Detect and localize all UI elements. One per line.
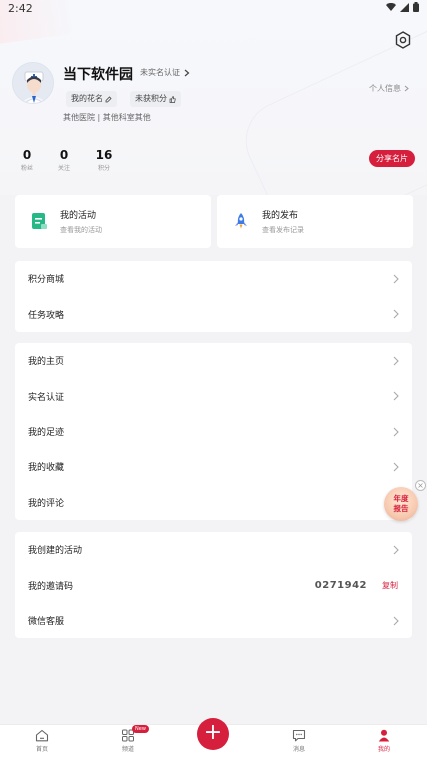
person-icon	[378, 729, 390, 742]
hospital-department: 其他医院 | 其他科室其他	[63, 113, 151, 122]
status-bar: 2:42	[0, 0, 427, 18]
chevron-right-icon	[393, 545, 399, 555]
stat-points-label: 积分	[97, 165, 110, 172]
stat-points[interactable]: 16 积分	[87, 148, 121, 172]
battery-icon	[413, 2, 419, 16]
stat-fans[interactable]: 0 粉丝	[10, 148, 44, 172]
settings-gear-icon[interactable]	[393, 30, 413, 50]
tab-mine[interactable]: 我的	[359, 729, 409, 753]
message-icon	[292, 729, 306, 742]
tab-messages-label: 消息	[292, 746, 305, 753]
menu-item-my-footprints[interactable]: 我的足迹	[15, 414, 412, 449]
chevron-right-icon	[393, 310, 399, 319]
my-activities-card[interactable]: 我的活动 查看我的活动	[15, 195, 211, 248]
signal-icon	[400, 2, 409, 16]
edit-icon	[105, 95, 112, 102]
menu-item-label: 我创建的活动	[28, 546, 83, 557]
tab-home-label: 首页	[35, 746, 48, 753]
year-report-line1: 年度	[393, 494, 409, 503]
status-time: 2:42	[8, 2, 33, 15]
home-icon	[35, 729, 49, 742]
tab-channel-label: 频道	[121, 746, 134, 753]
tab-channel[interactable]: New 频道	[103, 725, 153, 753]
nickname-tag-label: 我的花名	[71, 94, 103, 103]
verify-status-text: 未实名认证	[140, 68, 180, 77]
wifi-icon	[386, 2, 396, 16]
menu-item-label: 我的收藏	[28, 463, 65, 474]
my-activities-subtitle: 查看我的活动	[60, 226, 102, 234]
thumbs-up-icon	[169, 95, 176, 103]
menu-item-label: 微信客服	[28, 616, 65, 627]
points-tag-label: 未获积分	[135, 94, 167, 103]
menu-item-label: 我的足迹	[28, 427, 65, 438]
menu-item-label: 积分商城	[28, 275, 65, 286]
chevron-right-icon	[404, 85, 409, 92]
menu-item-label: 我的主页	[28, 357, 65, 368]
tab-mine-label: 我的	[377, 746, 390, 753]
chevron-right-icon	[184, 69, 190, 76]
copy-invite-code-button[interactable]: 复制	[382, 580, 398, 591]
menu-item-wechat-service[interactable]: 微信客服	[15, 603, 412, 638]
menu-group-extra: 我创建的活动 我的邀请码 0271942 复制 微信客服	[15, 532, 412, 639]
stat-fans-value: 0	[22, 148, 32, 162]
personal-info-link[interactable]: 个人信息	[369, 83, 409, 94]
chevron-right-icon	[393, 462, 399, 472]
my-posts-subtitle: 查看发布记录	[262, 226, 304, 234]
chevron-right-icon	[393, 274, 399, 284]
menu-group-points: 积分商城 任务攻略	[15, 261, 412, 332]
close-icon[interactable]: ×	[415, 480, 426, 491]
stat-following-value: 0	[59, 148, 69, 162]
invite-code-value: 0271942	[314, 579, 367, 591]
stat-following-label: 关注	[57, 165, 70, 172]
menu-item-label: 任务攻略	[28, 310, 65, 321]
username: 当下软件园	[63, 67, 133, 83]
chevron-right-icon	[393, 616, 399, 626]
rocket-icon	[235, 213, 247, 229]
new-badge: New	[132, 725, 149, 733]
activity-icon	[32, 213, 47, 229]
menu-item-label: 我的评论	[28, 498, 65, 509]
menu-item-points-mall[interactable]: 积分商城	[15, 261, 412, 296]
tab-home[interactable]: 首页	[17, 729, 67, 753]
year-report-badge[interactable]: 年度 报告	[384, 487, 418, 521]
my-activities-title: 我的活动	[60, 211, 97, 221]
chevron-right-icon	[393, 356, 399, 366]
verify-status-link[interactable]: 未实名认证	[140, 67, 190, 78]
chevron-right-icon	[393, 392, 399, 401]
share-card-button[interactable]: 分享名片	[369, 150, 415, 167]
menu-item-my-favorites[interactable]: 我的收藏	[15, 449, 412, 484]
points-tag[interactable]: 未获积分	[130, 91, 181, 107]
menu-item-label: 我的邀请码	[28, 581, 74, 592]
menu-group-personal: 我的主页 实名认证 我的足迹 我的收藏 我的评论	[15, 343, 412, 520]
publish-button[interactable]: +	[197, 718, 229, 750]
stat-fans-label: 粉丝	[20, 165, 33, 172]
menu-item-created-activities[interactable]: 我创建的活动	[15, 532, 412, 567]
nickname-tag[interactable]: 我的花名	[66, 91, 117, 107]
avatar[interactable]	[12, 62, 54, 104]
my-posts-title: 我的发布	[262, 211, 299, 221]
menu-item-label: 实名认证	[28, 392, 65, 403]
stat-following[interactable]: 0 关注	[47, 148, 81, 172]
menu-item-my-homepage[interactable]: 我的主页	[15, 343, 412, 378]
menu-item-invite-code: 我的邀请码 0271942 复制	[15, 567, 412, 602]
my-posts-card[interactable]: 我的发布 查看发布记录	[217, 195, 413, 248]
chevron-right-icon	[393, 427, 399, 437]
tab-messages[interactable]: 消息	[274, 729, 324, 753]
stat-points-value: 16	[95, 148, 113, 162]
menu-item-task-guide[interactable]: 任务攻略	[15, 296, 412, 331]
menu-item-my-comments[interactable]: 我的评论	[15, 485, 412, 520]
year-report-line2: 报告	[393, 504, 409, 513]
personal-info-label: 个人信息	[369, 84, 401, 93]
menu-item-real-name-auth[interactable]: 实名认证	[15, 378, 412, 413]
